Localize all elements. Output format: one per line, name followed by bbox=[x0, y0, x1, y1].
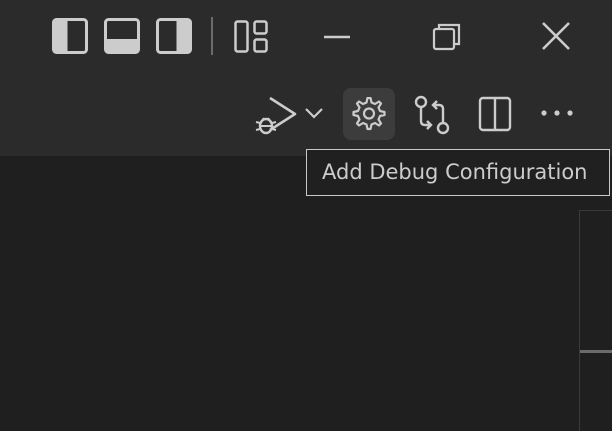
customize-layout-icon[interactable] bbox=[234, 20, 268, 54]
titlebar-separator bbox=[211, 17, 213, 55]
tooltip: Add Debug Configuration bbox=[306, 149, 610, 196]
minimap-slider[interactable] bbox=[580, 350, 612, 353]
editor-actions-bar bbox=[0, 72, 612, 156]
add-debug-configuration-button[interactable] bbox=[343, 88, 395, 140]
tooltip-text: Add Debug Configuration bbox=[322, 160, 588, 184]
minimize-icon[interactable] bbox=[322, 26, 352, 46]
restore-icon[interactable] bbox=[432, 22, 462, 52]
title-bar bbox=[0, 0, 612, 72]
run-and-debug-icon[interactable] bbox=[254, 94, 298, 138]
toggle-primary-sidebar-icon[interactable] bbox=[52, 18, 88, 54]
more-actions-icon[interactable] bbox=[539, 106, 575, 120]
toggle-secondary-sidebar-icon[interactable] bbox=[156, 18, 192, 54]
chevron-down-icon[interactable] bbox=[304, 106, 324, 120]
git-compare-icon[interactable] bbox=[414, 95, 452, 135]
split-editor-icon[interactable] bbox=[478, 96, 514, 132]
toggle-panel-icon[interactable] bbox=[104, 18, 140, 54]
close-icon[interactable] bbox=[540, 20, 572, 52]
gear-icon bbox=[352, 97, 386, 131]
minimap[interactable] bbox=[579, 210, 612, 431]
